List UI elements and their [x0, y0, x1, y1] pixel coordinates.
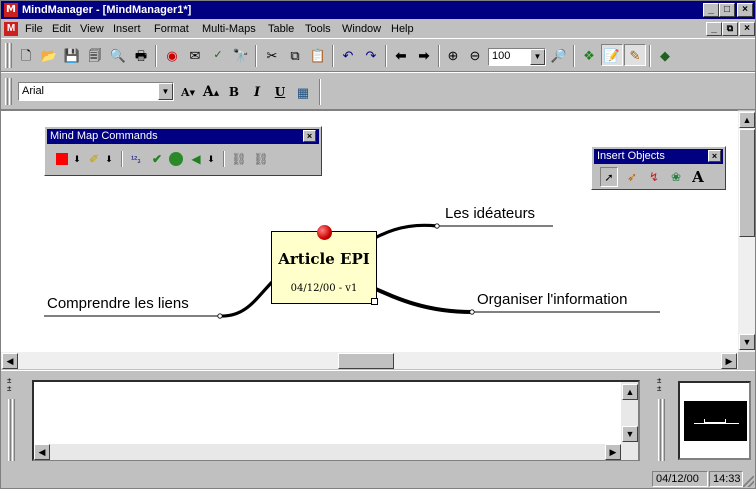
central-topic-subtitle: 04/12/00 - v1	[290, 283, 358, 294]
central-topic[interactable]: Article EPI 04/12/00 - v1	[271, 231, 378, 305]
numbering-icon[interactable]: ¹²₃	[127, 149, 145, 169]
insert-objects-close-button[interactable]: ×	[708, 150, 721, 162]
select-pointer-icon[interactable]: ➚	[600, 167, 618, 187]
link-icon[interactable]: ⛓	[230, 149, 248, 169]
overview-pane[interactable]	[678, 381, 751, 460]
notes-pane-grip[interactable]: ± ±	[5, 377, 17, 463]
status-bar	[1, 470, 755, 488]
branch-organiser-information[interactable]: Organiser l'information	[477, 291, 627, 308]
notes-scroll-left-button[interactable]: ◀	[34, 444, 50, 460]
pushpin-icon	[317, 225, 332, 240]
insert-objects-title: Insert Objects	[594, 149, 723, 164]
symbol-dropdown-icon[interactable]: ⬇	[205, 149, 217, 169]
status-time: 14:33	[709, 471, 743, 487]
branch-comprendre-liens[interactable]: Comprendre les liens	[47, 295, 189, 312]
size-corner	[738, 352, 755, 369]
arrow-left-icon[interactable]: ◀	[187, 149, 205, 169]
topic-color-dropdown-icon[interactable]: ⬇	[71, 149, 83, 169]
connector-left	[219, 280, 274, 318]
status-date: 04/12/00	[652, 471, 708, 487]
scroll-left-button[interactable]: ◀	[2, 353, 18, 369]
insert-text-icon[interactable]: A	[689, 167, 707, 187]
insert-boundary-icon[interactable]: ↯	[645, 167, 663, 187]
topic-color-icon[interactable]	[53, 149, 71, 169]
notes-scroll-up-button[interactable]: ▲	[622, 384, 638, 400]
checkmark-icon[interactable]: ✔	[148, 149, 166, 169]
scroll-right-button[interactable]: ▶	[721, 353, 737, 369]
central-topic-title: Article EPI	[278, 250, 370, 268]
overview-pane-grip[interactable]: ± ±	[655, 377, 667, 463]
resize-grip-icon[interactable]	[743, 476, 754, 487]
overview-viewport[interactable]	[684, 401, 747, 441]
scroll-up-button[interactable]: ▲	[739, 112, 755, 128]
notes-scroll-right-button[interactable]: ▶	[605, 444, 621, 460]
highlighter-icon[interactable]: ✐	[85, 149, 103, 169]
insert-relationship-icon[interactable]: ➶	[623, 167, 641, 187]
branch-les-ideateurs[interactable]: Les idéateurs	[445, 205, 535, 222]
mind-map-commands-title: Mind Map Commands	[47, 129, 319, 144]
unlink-icon[interactable]: ⛓	[252, 149, 270, 169]
highlighter-dropdown-icon[interactable]: ⬇	[103, 149, 115, 169]
insert-objects-palette[interactable]: Insert Objects × ➚ ➶ ↯ ❀ A	[591, 146, 726, 190]
horizontal-scroll-thumb[interactable]	[338, 353, 394, 369]
mind-map-commands-palette[interactable]: Mind Map Commands × ⬇ ✐ ⬇ ¹²₃ ✔ ◀ ⬇ ⛓ ⛓	[44, 126, 322, 176]
notes-vertical-scrollbar[interactable]: ▲ ▼	[621, 382, 638, 444]
smiley-icon[interactable]	[167, 149, 185, 169]
scroll-down-button[interactable]: ▼	[739, 334, 755, 350]
notes-scroll-down-button[interactable]: ▼	[622, 426, 638, 442]
resize-handle-icon[interactable]	[371, 298, 378, 305]
notes-horizontal-scrollbar[interactable]: ◀ ▶	[34, 444, 638, 460]
insert-image-icon[interactable]: ❀	[667, 167, 685, 187]
mind-map-commands-close-button[interactable]: ×	[303, 130, 316, 142]
vertical-scroll-thumb[interactable]	[739, 129, 755, 237]
